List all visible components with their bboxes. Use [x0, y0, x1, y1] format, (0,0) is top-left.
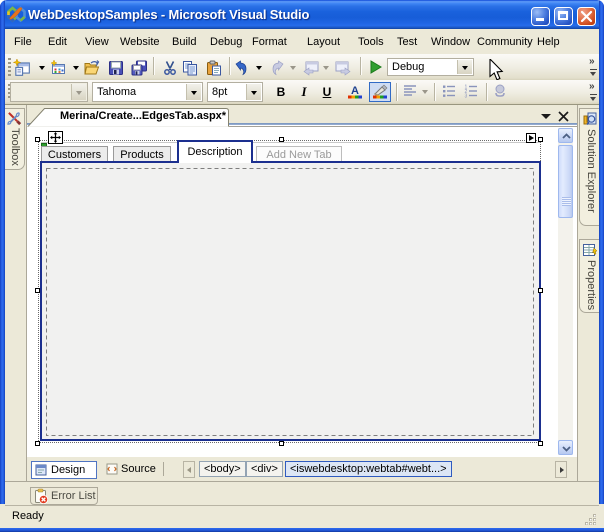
svg-text:A: A	[351, 85, 359, 97]
svg-text:3: 3	[465, 94, 468, 100]
